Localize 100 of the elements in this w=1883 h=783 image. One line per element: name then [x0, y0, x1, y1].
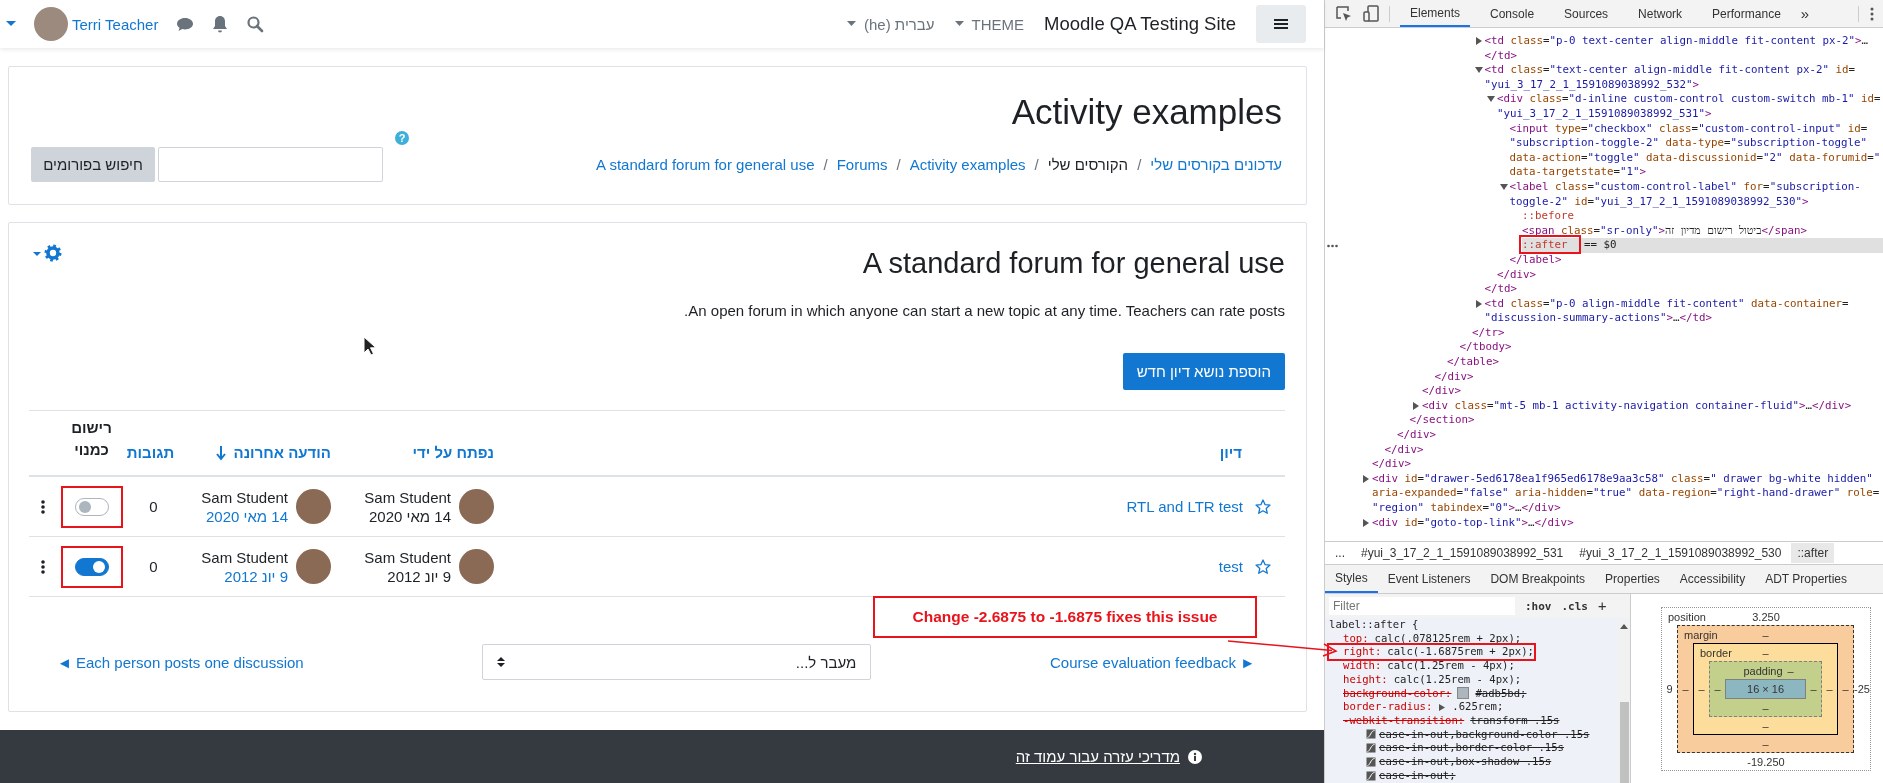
dom-node[interactable]: <label class="custom-control-label" for="subscription- toggle-2" id="yui_3_17_2_1_1591089038992_530">	[1509, 179, 1883, 210]
box-model-value[interactable]: –	[1762, 737, 1769, 750]
css-value[interactable]: ease-in-out,background-color .15s	[1379, 727, 1590, 742]
discussion-title[interactable]: RTL and LTR test	[1126, 498, 1243, 515]
dom-node[interactable]: <div class="mt-5 mb-1 activity-navigation container-fluid">…</div>	[1422, 398, 1883, 414]
breadcrumb-item[interactable]: Activity examples	[909, 156, 1026, 173]
dom-node[interactable]: <input type="checkbox" class="custom-control-input" id= "subscription-toggle-2" data-type="subscription-toggle" data-action="toggle" data-discussionid="2" data-forumid=" data-targetstate="1">	[1509, 121, 1883, 180]
easing-curve-icon[interactable]	[1366, 729, 1376, 740]
dom-closing-tag[interactable]: </section>	[1409, 413, 1883, 429]
language-menu[interactable]: עברית (he)	[847, 15, 935, 33]
box-model-value[interactable]: –	[1787, 664, 1794, 677]
star-icon[interactable]	[1255, 558, 1271, 575]
next-activity-link[interactable]: Course evaluation feedback ►	[1050, 653, 1255, 671]
box-model-value[interactable]: –	[1762, 701, 1769, 714]
forum-search-button[interactable]: חיפוש בפורומים	[31, 147, 155, 182]
caret-icon[interactable]	[954, 21, 964, 27]
element-breadcrumb[interactable]: ::after	[1791, 543, 1835, 563]
collapse-triangle-icon[interactable]	[1498, 181, 1510, 192]
css-value[interactable]: .625rem;	[1452, 700, 1504, 714]
easing-curve-icon[interactable]	[1366, 743, 1376, 754]
css-value[interactable]: calc(.078125rem + 2px);	[1374, 631, 1522, 646]
styles-pane-tab[interactable]: Event Listeners	[1377, 565, 1481, 593]
css-property[interactable]: border-radius:	[1343, 700, 1433, 714]
dom-node[interactable]: <div class="d-inline custom-control custom-switch mb-1" id= "yui_3_17_2_1_1591089038992_531">	[1497, 92, 1883, 122]
user-name[interactable]: Terri Teacher	[72, 15, 159, 33]
site-name[interactable]: Moodle QA Testing Site	[1044, 13, 1236, 35]
box-model-content[interactable]: 16 × 16	[1725, 679, 1807, 699]
expand-triangle-icon[interactable]	[1438, 702, 1447, 712]
theme-menu[interactable]: THEME	[954, 15, 1025, 33]
styles-pane-tab[interactable]: ADT Properties	[1755, 565, 1857, 593]
post-date[interactable]: 9 יונ 2012	[201, 566, 288, 586]
styles-pane-tab[interactable]: DOM Breakpoints	[1480, 565, 1596, 593]
menu-button[interactable]	[1256, 5, 1306, 43]
more-options-icon[interactable]	[1869, 5, 1875, 22]
column-header[interactable]: דיון	[1219, 444, 1242, 461]
search-icon[interactable]	[246, 15, 265, 33]
dom-node[interactable]: <td class="p-0 text-center align-middle fit-content px-2">… </td>	[1484, 34, 1883, 64]
element-breadcrumb[interactable]: #yui_3_17_2_1_1591089038992_530	[1573, 543, 1788, 563]
css-value[interactable]: #adb5bd;	[1475, 686, 1527, 701]
user-avatar[interactable]	[34, 7, 68, 41]
dom-node[interactable]: <div id="goto-top-link">…</div>	[1372, 515, 1883, 531]
post-date[interactable]: 14 מאי 2020	[201, 506, 288, 526]
devtools-tab[interactable]: Elements	[1400, 0, 1471, 27]
inspect-element-icon[interactable]	[1335, 4, 1353, 23]
scroll-up-icon[interactable]	[1620, 623, 1628, 629]
dom-node[interactable]: ::before	[1522, 209, 1883, 224]
box-model-value[interactable]: –	[1806, 683, 1822, 695]
css-value[interactable]: ease-in-out,box-shadow .15s	[1379, 755, 1552, 769]
dom-closing-tag[interactable]: </div>	[1372, 457, 1883, 472]
element-breadcrumb[interactable]: #yui_3_17_2_1_1591089038992_531	[1355, 543, 1570, 563]
device-toolbar-icon[interactable]	[1363, 4, 1379, 23]
devtools-tab[interactable]: Console	[1480, 0, 1545, 27]
bell-icon[interactable]	[212, 15, 229, 33]
box-model-value[interactable]: –	[1694, 683, 1709, 695]
css-value[interactable]: ease-in-out,border-color .15s	[1379, 741, 1564, 756]
chat-icon[interactable]	[176, 16, 195, 32]
css-property[interactable]: right:	[1343, 645, 1382, 660]
devtools-tab[interactable]: Sources	[1554, 0, 1619, 27]
dom-closing-tag[interactable]: </table>	[1447, 355, 1883, 370]
color-swatch[interactable]	[1457, 687, 1470, 700]
dom-closing-tag[interactable]: </div>	[1397, 428, 1883, 443]
css-property[interactable]: height:	[1343, 672, 1388, 687]
breadcrumb-item[interactable]: עדכונים בקורסים שלי	[1150, 156, 1282, 173]
box-model-value[interactable]: –	[1838, 683, 1854, 695]
box-model-value[interactable]: –	[1762, 646, 1769, 659]
devtools-tab[interactable]: Performance	[1702, 0, 1791, 27]
column-header[interactable]: הודעה אחרונה	[233, 444, 331, 461]
dom-closing-tag[interactable]: </td>	[1484, 282, 1883, 297]
css-property[interactable]: width:	[1343, 659, 1382, 673]
caret-icon[interactable]	[847, 21, 856, 27]
class-toggle-button[interactable]: .cls	[1561, 599, 1588, 613]
subscribe-toggle[interactable]	[74, 497, 109, 516]
easing-curve-icon[interactable]	[1366, 756, 1376, 767]
forum-search-field[interactable]	[158, 147, 383, 182]
dom-closing-tag[interactable]: </div>	[1497, 267, 1883, 283]
box-model-value[interactable]: –	[1762, 628, 1769, 641]
css-property[interactable]: -webkit-transition:	[1343, 713, 1465, 728]
css-value[interactable]: transform .15s	[1470, 713, 1560, 728]
element-breadcrumb[interactable]: ...	[1329, 543, 1351, 563]
devtools-tab[interactable]: Network	[1628, 0, 1693, 27]
box-model-value[interactable]: –	[1762, 719, 1769, 732]
breadcrumb-item[interactable]: A standard forum for general use	[596, 156, 815, 173]
help-docs-link[interactable]: מדריכי עזרה עבור עמוד זה	[1015, 748, 1180, 765]
scrollbar[interactable]	[1618, 620, 1630, 783]
dom-node[interactable]: <td class="text-center align-middle fit-content px-2" id= "yui_3_17_2_1_1591089038992_532">	[1484, 63, 1883, 93]
dom-closing-tag[interactable]: </label>	[1509, 252, 1883, 268]
breadcrumb-item[interactable]: Forums	[836, 156, 888, 173]
dom-closing-tag[interactable]: </div>	[1384, 442, 1883, 458]
dom-closing-tag[interactable]: </div>	[1434, 369, 1883, 385]
more-actions-icon[interactable]	[40, 498, 46, 515]
dom-node[interactable]: <td class="p-0 align-middle fit-content" data-container= "discussion-summary-actions">…</td>	[1484, 296, 1883, 326]
css-value[interactable]: calc(1.25rem - 4px);	[1387, 659, 1515, 673]
dom-node[interactable]: ::after == $0	[1522, 238, 1883, 253]
more-actions-icon[interactable]	[40, 558, 46, 575]
filter-field[interactable]: Filter	[1329, 597, 1515, 615]
more-tabs-button[interactable]: »	[1800, 5, 1810, 22]
css-property[interactable]: background-color:	[1343, 686, 1452, 701]
box-model-value[interactable]: 3.250	[1752, 610, 1780, 623]
styles-pane-tab[interactable]: Accessibility	[1669, 565, 1756, 593]
previous-activity-link[interactable]: ◄ Each person posts one discussion	[57, 653, 304, 671]
